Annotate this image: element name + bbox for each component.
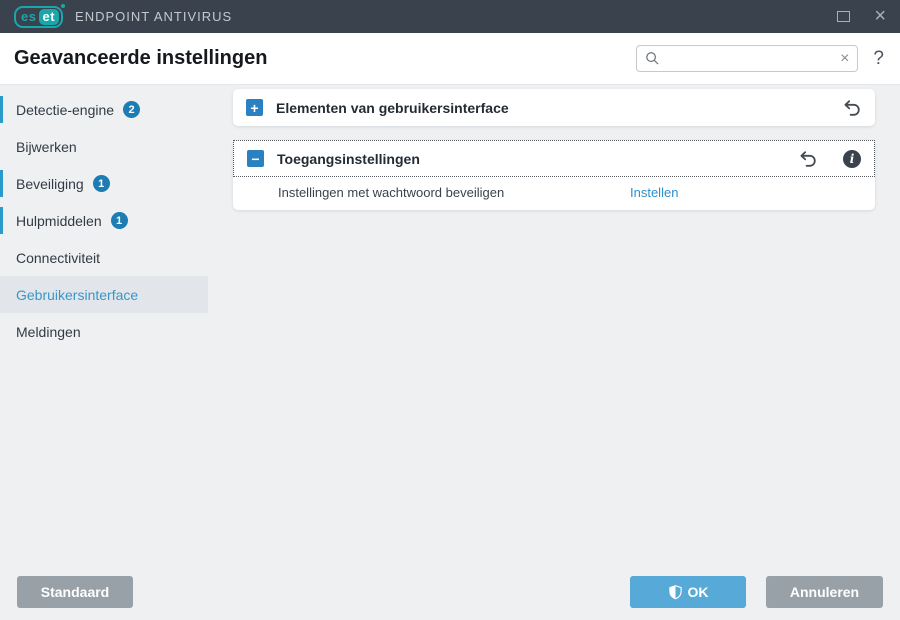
app-name: ENDPOINT ANTIVIRUS [75, 9, 233, 24]
section-title: Toegangsinstellingen [277, 150, 420, 167]
search-icon [645, 51, 660, 66]
ok-button[interactable]: OK [630, 576, 746, 608]
section-elementen-van-gebruikersinterface: + Elementen van gebruikersinterface [233, 89, 875, 126]
section-title: Elementen van gebruikersinterface [276, 99, 509, 116]
count-badge: 2 [123, 101, 141, 118]
instellen-link[interactable]: Instellen [630, 185, 678, 200]
annuleren-button[interactable]: Annuleren [766, 576, 883, 608]
sidebar: Detectie-engine 2 Bijwerken Beveiliging … [0, 91, 208, 350]
maximize-icon[interactable] [837, 11, 851, 22]
standaard-button[interactable]: Standaard [17, 576, 133, 608]
registered-mark-icon [61, 3, 66, 8]
sidebar-item-gebruikersinterface[interactable]: Gebruikersinterface [0, 276, 208, 313]
sidebar-item-hulpmiddelen[interactable]: Hulpmiddelen 1 [0, 202, 208, 239]
section-toegangsinstellingen: − Toegangsinstellingen i Instellingen me… [233, 140, 875, 210]
help-icon[interactable]: ? [873, 48, 884, 70]
sidebar-item-label: Gebruikersinterface [16, 286, 139, 303]
annuleren-button-label: Annuleren [789, 584, 860, 600]
sidebar-item-label: Detectie-engine [16, 101, 115, 118]
search-input[interactable] [666, 51, 835, 66]
eset-logo-et: et [39, 8, 60, 25]
count-badge: 1 [110, 212, 128, 229]
standaard-button-label: Standaard [40, 584, 110, 600]
settings-panel: + Elementen van gebruikersinterface − To… [233, 89, 875, 224]
attention-bar [0, 96, 3, 123]
attention-bar [0, 170, 3, 197]
setting-label: Instellingen met wachtwoord beveiligen [278, 185, 505, 200]
revert-to-default-icon[interactable] [842, 98, 862, 118]
sidebar-item-bijwerken[interactable]: Bijwerken [0, 128, 208, 165]
sidebar-item-label: Connectiviteit [16, 249, 101, 266]
close-icon[interactable]: × [874, 6, 886, 26]
sidebar-item-beveiliging[interactable]: Beveiliging 1 [0, 165, 208, 202]
attention-bar [0, 207, 3, 234]
sidebar-item-meldingen[interactable]: Meldingen [0, 313, 208, 350]
uac-shield-icon [668, 584, 683, 600]
page-header: Geavanceerde instellingen × ? [0, 33, 900, 85]
setting-row-password-protect: Instellingen met wachtwoord beveiligen I… [233, 177, 875, 210]
sidebar-item-connectiviteit[interactable]: Connectiviteit [0, 239, 208, 276]
main-area: Detectie-engine 2 Bijwerken Beveiliging … [0, 85, 900, 620]
sidebar-item-label: Bijwerken [16, 138, 77, 155]
revert-to-default-icon[interactable] [798, 149, 818, 169]
page-title: Geavanceerde instellingen [14, 47, 268, 69]
collapse-icon[interactable]: − [247, 150, 264, 167]
sidebar-item-label: Meldingen [16, 323, 81, 340]
info-icon[interactable]: i [843, 149, 861, 168]
sidebar-item-label: Hulpmiddelen [16, 212, 102, 229]
sidebar-item-detectie-engine[interactable]: Detectie-engine 2 [0, 91, 208, 128]
ok-button-label: OK [687, 584, 709, 600]
expand-icon[interactable]: + [246, 99, 263, 116]
eset-logo-es: es [21, 9, 37, 24]
search-box[interactable]: × [636, 45, 859, 72]
window-controls: × [837, 6, 886, 26]
section-header[interactable]: − Toegangsinstellingen i [233, 140, 875, 177]
sidebar-item-label: Beveiliging [16, 175, 84, 192]
titlebar: es et ENDPOINT ANTIVIRUS × [0, 0, 900, 33]
eset-logo: es et [14, 3, 66, 28]
section-header[interactable]: + Elementen van gebruikersinterface [233, 89, 875, 126]
search-clear-icon[interactable]: × [840, 50, 849, 67]
count-badge: 1 [92, 175, 110, 192]
